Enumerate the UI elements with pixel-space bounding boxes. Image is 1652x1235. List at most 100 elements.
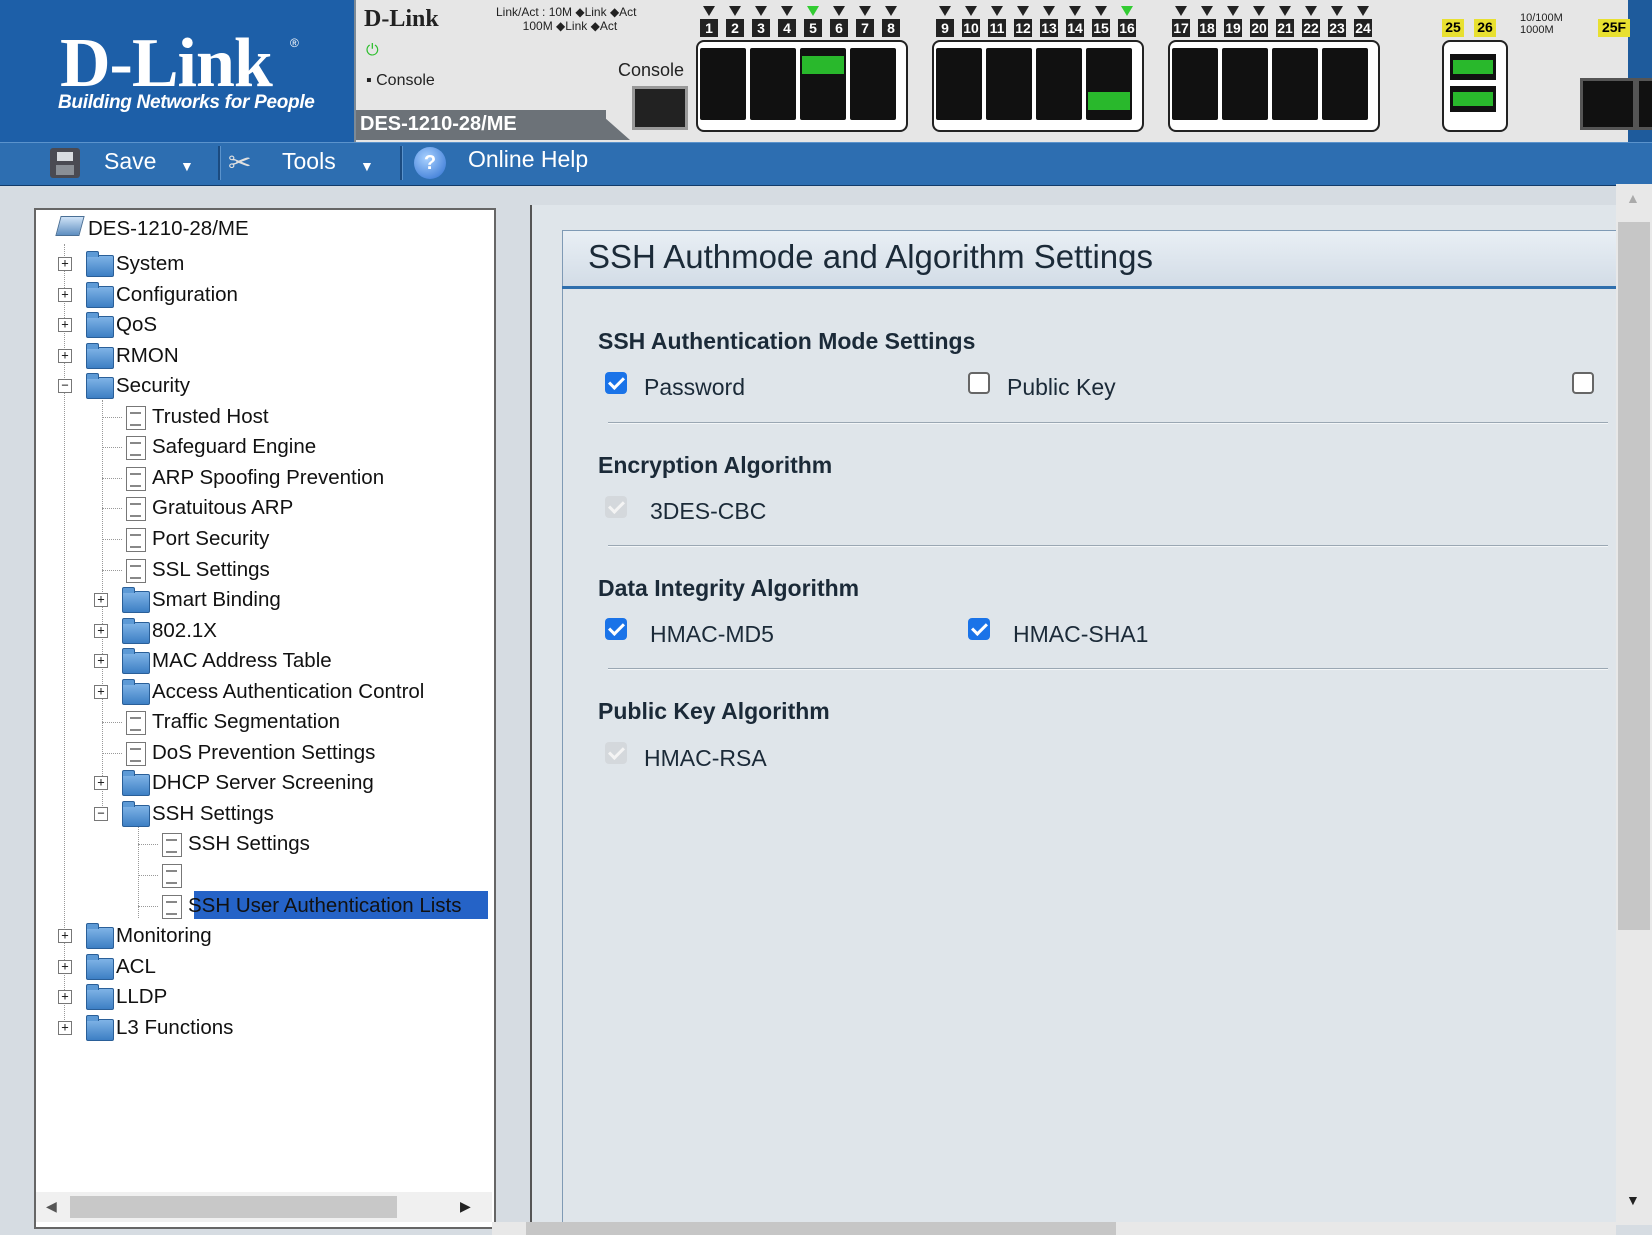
collapse-icon[interactable]: − [94, 806, 108, 821]
tree-item-lldp[interactable]: LLDP [116, 982, 167, 1012]
tree-item-access-authentication-control[interactable]: Access Authentication Control [152, 677, 424, 707]
port-link-led-icon [1331, 6, 1343, 16]
tree-guide-line [102, 752, 122, 754]
tree-item-acl[interactable]: ACL [116, 952, 156, 982]
combo-port-26[interactable] [1450, 86, 1496, 112]
tools-button[interactable]: Tools [282, 148, 336, 175]
hmac-sha1-checkbox[interactable] [968, 618, 990, 640]
scroll-up-icon[interactable]: ▲ [1626, 190, 1640, 206]
tree-item-ssl-settings[interactable]: SSL Settings [152, 555, 270, 585]
content-scroll-thumb[interactable] [1618, 222, 1650, 930]
tree-item-ssh-settings[interactable]: SSH Settings [152, 799, 274, 829]
expand-icon[interactable]: + [94, 776, 108, 791]
tree-guide-line [102, 416, 122, 418]
port-number-label: 11 [988, 19, 1006, 37]
port-number-label: 19 [1224, 19, 1242, 37]
content-hscroll-thumb[interactable] [526, 1222, 1116, 1235]
tree-item-smart-binding[interactable]: Smart Binding [152, 585, 281, 615]
folder-icon [86, 373, 114, 400]
tree-item-ssh-user-authentication-lists[interactable]: SSH User Authentication Lists [188, 891, 461, 921]
collapse-icon[interactable]: − [58, 379, 72, 394]
ethernet-port[interactable] [936, 48, 982, 120]
sfp-port[interactable] [1580, 78, 1636, 130]
tree-root-label[interactable]: DES-1210-28/ME [88, 214, 249, 244]
port-number-label: 9 [936, 19, 954, 37]
tree-item-802-1x[interactable]: 802.1X [152, 616, 217, 646]
console-led-label: Console [376, 72, 435, 89]
ethernet-port[interactable] [1172, 48, 1218, 120]
tree-item-port-security[interactable]: Port Security [152, 524, 269, 554]
scroll-down-icon[interactable]: ▼ [1626, 1192, 1640, 1208]
online-help-link[interactable]: Online Help [468, 146, 588, 173]
scroll-left-icon[interactable]: ◀ [46, 1198, 57, 1215]
folder-icon [86, 312, 114, 339]
expand-icon[interactable]: + [94, 684, 108, 699]
folder-icon [86, 923, 114, 950]
port-number-label: 18 [1198, 19, 1216, 37]
console-led: ▪ Console [366, 72, 435, 89]
hmac-rsa-checkbox [605, 742, 627, 764]
tree-item-traffic-segmentation[interactable]: Traffic Segmentation [152, 707, 340, 737]
tree-item-ssh-authmode-and-algorithm-s[interactable]: SSH Authmode and Algorithm S [188, 860, 482, 890]
sfp-port[interactable] [1636, 78, 1652, 130]
tree-item-monitoring[interactable]: Monitoring [116, 921, 212, 951]
tree-item-trusted-host[interactable]: Trusted Host [152, 402, 269, 432]
tree-item-qos[interactable]: QoS [116, 310, 157, 340]
tree-scroll-thumb[interactable] [70, 1196, 397, 1218]
expand-icon[interactable]: + [58, 348, 72, 363]
save-dropdown-icon[interactable]: ▼ [180, 158, 194, 174]
expand-icon[interactable]: + [94, 623, 108, 638]
ethernet-port[interactable] [850, 48, 896, 120]
combo-port-25[interactable] [1450, 54, 1496, 80]
tree-item-configuration[interactable]: Configuration [116, 280, 238, 310]
help-icon[interactable]: ? [414, 147, 446, 179]
tree-item-safeguard-engine[interactable]: Safeguard Engine [152, 432, 316, 462]
encryption-heading: Encryption Algorithm [598, 452, 833, 478]
tree-item-l3-functions[interactable]: L3 Functions [116, 1013, 233, 1043]
port-link-led-icon [729, 6, 741, 16]
tree-item-security[interactable]: Security [116, 371, 190, 401]
tree-item-dos-prevention-settings[interactable]: DoS Prevention Settings [152, 738, 375, 768]
port-link-led-icon [859, 6, 871, 16]
tree-item-system[interactable]: System [116, 249, 184, 279]
ethernet-port[interactable] [1272, 48, 1318, 120]
expand-icon[interactable]: + [58, 929, 72, 944]
tree-item-mac-address-table[interactable]: MAC Address Table [152, 646, 332, 676]
expand-icon[interactable]: + [94, 654, 108, 669]
expand-icon[interactable]: + [58, 257, 72, 271]
expand-icon[interactable]: + [58, 990, 72, 1005]
section-divider [608, 545, 1608, 547]
ethernet-port[interactable] [750, 48, 796, 120]
port-link-led-icon [1357, 6, 1369, 16]
hmac-md5-checkbox[interactable] [605, 618, 627, 640]
auth-mode-third-checkbox[interactable] [1572, 372, 1594, 394]
tree-item-arp-spoofing-prevention[interactable]: ARP Spoofing Prevention [152, 463, 384, 493]
ethernet-port[interactable] [1036, 48, 1082, 120]
ethernet-port[interactable] [1222, 48, 1268, 120]
folder-icon [122, 617, 150, 644]
expand-icon[interactable]: + [58, 287, 72, 302]
tree-item-ssh-settings[interactable]: SSH Settings [188, 829, 310, 859]
ethernet-port[interactable] [700, 48, 746, 120]
password-checkbox[interactable] [605, 372, 627, 394]
tree-item-dhcp-server-screening[interactable]: DHCP Server Screening [152, 768, 374, 798]
port-link-led-icon [1253, 6, 1265, 16]
expand-icon[interactable]: + [58, 1020, 72, 1035]
save-icon[interactable] [50, 148, 80, 178]
tools-dropdown-icon[interactable]: ▼ [360, 158, 374, 174]
tree-item-rmon[interactable]: RMON [116, 341, 179, 371]
ethernet-port[interactable] [986, 48, 1032, 120]
ethernet-port[interactable] [1322, 48, 1368, 120]
folder-icon [122, 648, 150, 675]
public-key-checkbox[interactable] [968, 372, 990, 394]
tree-item-gratuitous-arp[interactable]: Gratuitous ARP [152, 493, 293, 523]
port-link-led-icon [1201, 6, 1213, 16]
tools-icon[interactable]: ✂ [228, 146, 251, 179]
expand-icon[interactable]: + [58, 318, 72, 333]
port-number-label: 5 [804, 19, 822, 37]
console-port-icon[interactable] [632, 86, 688, 130]
expand-icon[interactable]: + [94, 593, 108, 608]
expand-icon[interactable]: + [58, 959, 72, 974]
scroll-right-icon[interactable]: ▶ [460, 1198, 471, 1215]
save-button[interactable]: Save [104, 148, 156, 175]
